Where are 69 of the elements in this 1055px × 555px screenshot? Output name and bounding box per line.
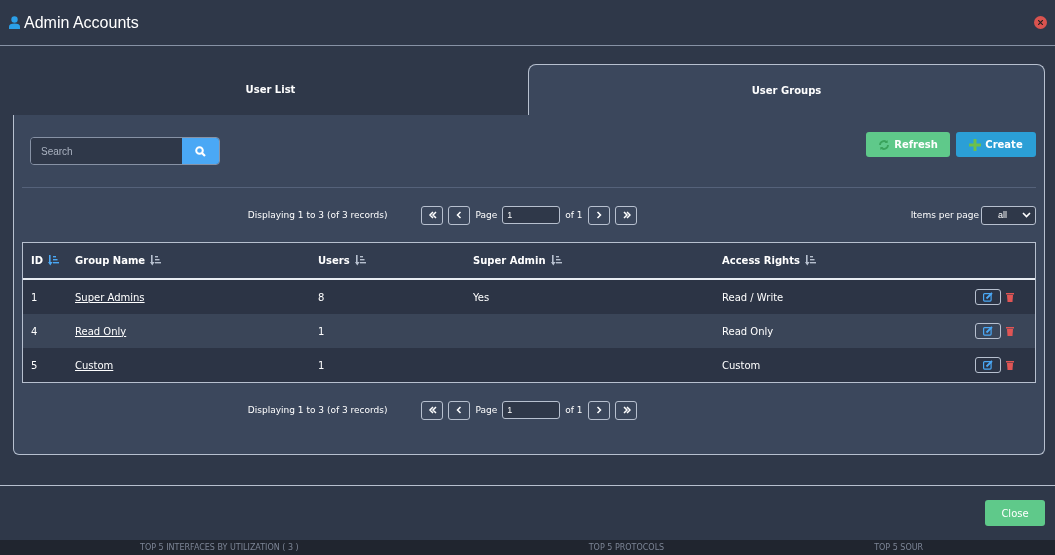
trash-icon[interactable] (1006, 292, 1014, 302)
page-count: of 1 (565, 210, 583, 220)
plus-icon (969, 138, 982, 151)
page-count: of 1 (565, 405, 583, 415)
widget-title: TOP 5 SOUR (874, 543, 924, 552)
search-icon (195, 145, 206, 157)
table-cell-text: 4 (31, 325, 39, 337)
column-header[interactable]: ID (31, 255, 75, 266)
trash-icon[interactable] (1006, 326, 1014, 336)
tab[interactable]: User Groups (528, 64, 1045, 115)
refresh-icon (878, 138, 891, 151)
group-link[interactable]: Super Admins (75, 291, 145, 303)
items-per-page-select[interactable]: all (981, 205, 1036, 225)
table-cell-text: 5 (31, 359, 39, 371)
column-header[interactable]: Users (318, 255, 473, 266)
double-chevron-left-icon (427, 405, 438, 415)
widget-title: TOP 5 INTERFACES BY UTILIZATION ( 3 ) (140, 543, 299, 552)
search-button[interactable] (182, 138, 219, 164)
search-field[interactable]: Search (30, 137, 220, 165)
sort-icon[interactable] (804, 255, 817, 266)
last-page-button[interactable] (614, 205, 637, 225)
double-chevron-right-icon (620, 210, 631, 220)
table-cell-text: Custom (722, 359, 762, 371)
close-icon (1038, 20, 1043, 25)
edit-icon (983, 292, 993, 302)
group-link[interactable]: Custom (75, 359, 114, 371)
edit-button[interactable] (975, 289, 1001, 305)
column-header[interactable]: Group Name (75, 255, 318, 266)
column-header[interactable]: Access Rights (722, 255, 975, 266)
records-summary: Displaying 1 to 3 (of 3 records) (247, 210, 388, 220)
sort-icon[interactable] (550, 255, 563, 266)
records-summary: Displaying 1 to 3 (of 3 records) (247, 405, 388, 415)
table-cell-text: Read / Write (722, 291, 785, 303)
page-label: Page (475, 210, 498, 220)
next-page-button[interactable] (587, 400, 610, 420)
tab[interactable]: User List (13, 64, 528, 115)
table-cell-text: 1 (318, 325, 326, 337)
items-per-page-label: Items per page (910, 210, 979, 220)
window-title: Admin Accounts (9, 13, 139, 32)
page-field[interactable]: 1 (502, 401, 561, 419)
table-cell-text: Yes (473, 291, 491, 303)
edit-button[interactable] (975, 323, 1001, 339)
group-link[interactable]: Read Only (75, 325, 127, 337)
chevron-icon (1022, 212, 1031, 218)
table-cell-text: 1 (31, 291, 39, 303)
close-button[interactable] (1034, 16, 1047, 29)
widget-title: TOP 5 PROTOCOLS (588, 543, 665, 552)
double-chevron-right-icon (620, 405, 631, 415)
first-page-button[interactable] (421, 400, 444, 420)
edit-icon (983, 360, 993, 370)
user-icon (9, 16, 20, 29)
sort-icon[interactable] (48, 255, 61, 266)
first-page-button[interactable] (421, 205, 444, 225)
table-cell-text: Read Only (722, 325, 775, 337)
trash-icon[interactable] (1006, 360, 1014, 370)
page-label: Page (475, 405, 498, 415)
table-cell-text: 8 (318, 291, 326, 303)
last-page-button[interactable] (614, 400, 637, 420)
column-header[interactable]: Super Admin (473, 255, 722, 266)
page-field[interactable]: 1 (502, 206, 561, 224)
sort-icon[interactable] (150, 255, 163, 266)
previous-page-button[interactable] (448, 400, 471, 420)
table-cell-text: 1 (318, 359, 326, 371)
edit-icon (983, 326, 993, 336)
sort-icon[interactable] (354, 255, 367, 266)
previous-page-button[interactable] (448, 205, 471, 225)
next-page-button[interactable] (587, 205, 610, 225)
double-chevron-left-icon (427, 210, 438, 220)
edit-button[interactable] (975, 357, 1001, 373)
